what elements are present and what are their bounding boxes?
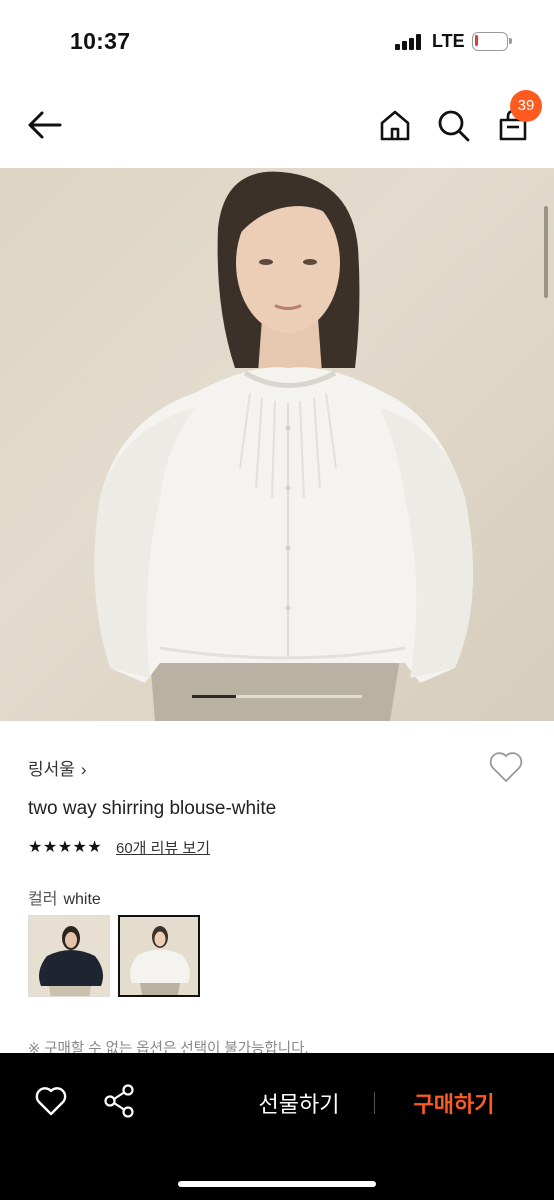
page-scroll-indicator xyxy=(544,206,548,298)
bottom-action-bar: 선물하기 구매하기 xyxy=(0,1053,554,1200)
white-blouse-swatch[interactable] xyxy=(118,915,200,997)
black-blouse-swatch[interactable] xyxy=(28,915,110,997)
heart-outline-icon[interactable] xyxy=(34,1085,68,1117)
battery-icon xyxy=(472,32,512,51)
brand-link[interactable]: 링서울 › xyxy=(28,755,87,780)
arrow-left-icon[interactable] xyxy=(26,110,62,140)
option-label: 컬러 white xyxy=(28,885,101,909)
chevron-right-icon: › xyxy=(80,760,87,779)
gallery-page-indicator xyxy=(192,695,362,698)
star-rating-icon: ★★★★★ xyxy=(28,839,103,856)
status-bar: 10:37 LTE xyxy=(0,0,554,82)
product-title: two way shirring blouse-white xyxy=(28,798,277,819)
product-photo xyxy=(94,171,473,721)
heart-outline-icon[interactable] xyxy=(488,750,524,784)
option-selected-value: white xyxy=(63,891,101,908)
cart-count-badge: 39 xyxy=(510,90,542,122)
review-link[interactable]: 60개 리뷰 보기 xyxy=(116,837,210,858)
product-image-gallery[interactable] xyxy=(0,168,554,721)
brand-name: 링서울 xyxy=(28,760,75,779)
gift-button[interactable]: 선물하기 xyxy=(240,1087,358,1121)
share-icon[interactable] xyxy=(102,1083,136,1119)
signal-strength-icon xyxy=(395,34,423,50)
buy-button[interactable]: 구매하기 xyxy=(398,1087,510,1121)
top-nav xyxy=(0,82,554,168)
home-icon[interactable] xyxy=(378,108,412,142)
status-time: 10:37 xyxy=(70,28,131,54)
option-name: 컬러 xyxy=(28,891,58,908)
network-type: LTE xyxy=(432,31,465,51)
home-indicator[interactable] xyxy=(178,1181,376,1187)
button-divider xyxy=(374,1092,375,1114)
search-icon[interactable] xyxy=(436,108,470,142)
